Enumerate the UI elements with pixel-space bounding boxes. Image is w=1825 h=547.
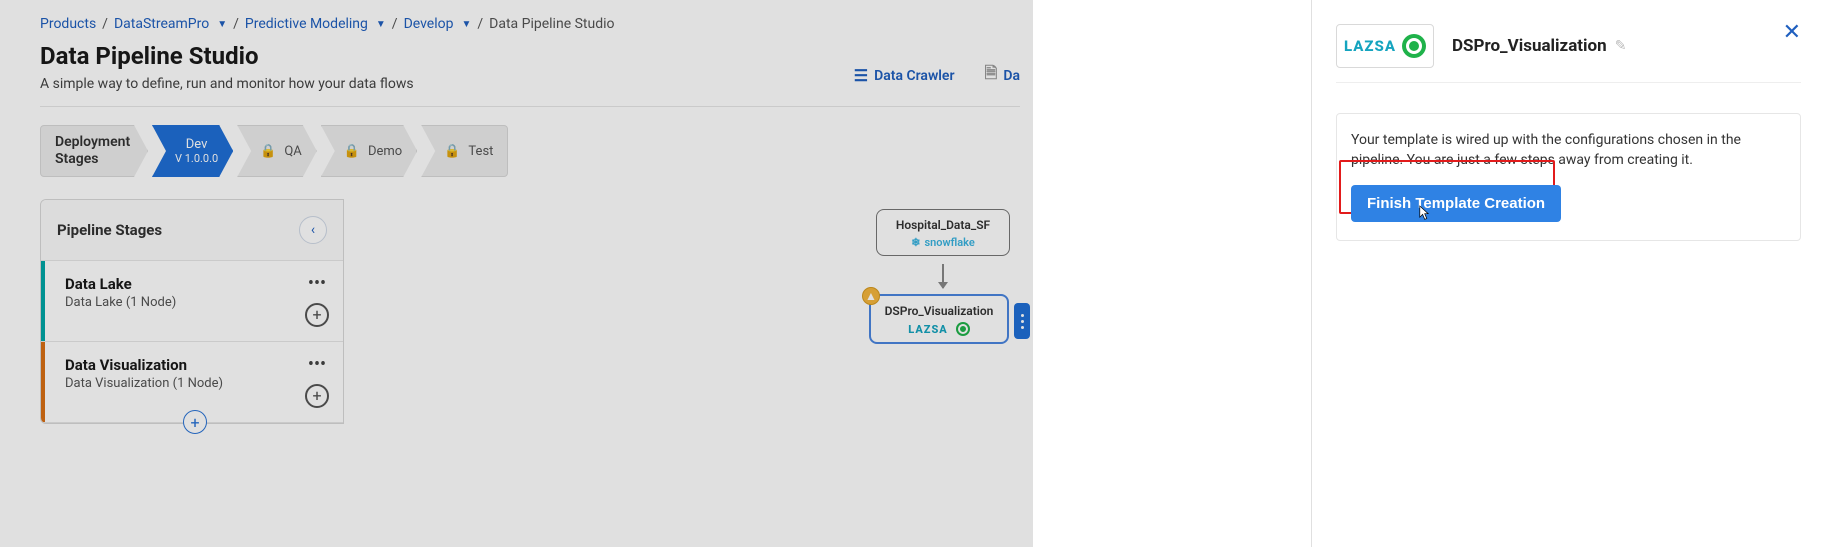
lock-icon: 🔒 bbox=[260, 144, 276, 159]
lazsa-ring-icon bbox=[956, 322, 970, 336]
accent-bar bbox=[41, 261, 45, 341]
breadcrumb-datastreampro[interactable]: DataStreamPro bbox=[114, 16, 209, 32]
node-side-menu[interactable] bbox=[1014, 303, 1030, 339]
template-panel: LAZSA DSPro_Visualization ✎ ✕ Your templ… bbox=[1311, 0, 1825, 547]
snowflake-icon: ❄ bbox=[911, 236, 920, 249]
list-icon: ☰ bbox=[854, 66, 868, 85]
breadcrumb-sep: / bbox=[477, 16, 483, 32]
add-stage-button[interactable]: + bbox=[183, 410, 207, 434]
stage-dev[interactable]: Dev V 1.0.0.0 bbox=[152, 125, 233, 177]
pipeline-stages-title: Pipeline Stages bbox=[57, 221, 162, 239]
lock-icon: 🔒 bbox=[444, 144, 460, 159]
data-model-link[interactable]: 🗎 Da bbox=[984, 62, 1020, 89]
add-node-button[interactable]: + bbox=[305, 384, 329, 408]
lazsa-ring-icon bbox=[1402, 34, 1426, 58]
page-subtitle: A simple way to define, run and monitor … bbox=[40, 76, 414, 92]
chevron-down-icon[interactable]: ▼ bbox=[461, 19, 471, 30]
node-vendor: LAZSA bbox=[908, 323, 947, 336]
finish-template-button[interactable]: Finish Template Creation bbox=[1351, 185, 1561, 222]
data-model-label: Da bbox=[1003, 68, 1020, 84]
chevron-down-icon[interactable]: ▼ bbox=[376, 19, 386, 30]
panel-body: Your template is wired up with the confi… bbox=[1336, 113, 1801, 241]
pipeline-item-datalake[interactable]: Data Lake Data Lake (1 Node) ••• + bbox=[41, 261, 343, 342]
flow-arrow bbox=[942, 264, 944, 288]
more-menu-button[interactable]: ••• bbox=[305, 275, 329, 293]
lazsa-logo-text: LAZSA bbox=[1344, 37, 1396, 55]
breadcrumb-current: Data Pipeline Studio bbox=[489, 16, 614, 32]
data-crawler-link[interactable]: ☰ Data Crawler bbox=[854, 62, 955, 89]
pipeline-item-name: Data Visualization bbox=[65, 356, 305, 376]
stage-qa-name: QA bbox=[284, 144, 301, 159]
deployment-stages-label: Deployment Stages bbox=[40, 125, 148, 177]
chevron-left-icon: ‹ bbox=[311, 222, 315, 238]
page-title: Data Pipeline Studio bbox=[40, 42, 414, 76]
pipeline-item-sub: Data Visualization (1 Node) bbox=[65, 376, 305, 391]
canvas[interactable]: Hospital_Data_SF ❄ snowflake ▲ DSPro_Vis… bbox=[344, 199, 1020, 439]
stage-dev-version: V 1.0.0.0 bbox=[175, 152, 218, 165]
breadcrumb-predictivemodeling[interactable]: Predictive Modeling bbox=[245, 16, 368, 32]
edit-icon[interactable]: ✎ bbox=[1615, 38, 1627, 54]
collapse-button[interactable]: ‹ bbox=[299, 216, 327, 244]
breadcrumb-sep: / bbox=[392, 16, 398, 32]
node-vendor: snowflake bbox=[924, 236, 974, 249]
node-title: DSPro_Visualization bbox=[879, 304, 999, 318]
breadcrumb-products[interactable]: Products bbox=[40, 16, 96, 32]
panel-title: DSPro_Visualization bbox=[1452, 36, 1607, 56]
chevron-down-icon[interactable]: ▼ bbox=[217, 19, 227, 30]
more-menu-button[interactable]: ••• bbox=[305, 356, 329, 374]
pipeline-item-sub: Data Lake (1 Node) bbox=[65, 295, 305, 310]
breadcrumb-sep: / bbox=[102, 16, 108, 32]
stage-dev-name: Dev bbox=[186, 137, 208, 152]
deployment-stages-row: Deployment Stages Dev V 1.0.0.0 🔒 QA 🔒 D… bbox=[40, 125, 1033, 177]
accent-bar bbox=[41, 342, 45, 422]
divider bbox=[40, 106, 1020, 107]
main-area: Products / DataStreamPro ▼ / Predictive … bbox=[0, 0, 1033, 547]
pipeline-stages-panel: Pipeline Stages ‹ Data Lake Data Lake (1… bbox=[40, 199, 344, 424]
stage-qa[interactable]: 🔒 QA bbox=[237, 125, 317, 177]
panel-message: Your template is wired up with the confi… bbox=[1351, 130, 1786, 171]
breadcrumb-develop[interactable]: Develop bbox=[404, 16, 454, 32]
panel-logo: LAZSA bbox=[1336, 24, 1434, 68]
node-title: Hospital_Data_SF bbox=[885, 218, 1001, 232]
canvas-node-dspro[interactable]: ▲ DSPro_Visualization LAZSA bbox=[869, 294, 1009, 344]
add-node-button[interactable]: + bbox=[305, 303, 329, 327]
breadcrumb-sep: / bbox=[233, 16, 239, 32]
close-icon[interactable]: ✕ bbox=[1783, 20, 1801, 45]
data-crawler-label: Data Crawler bbox=[874, 68, 954, 84]
warning-icon: ▲ bbox=[862, 287, 880, 305]
pipeline-item-name: Data Lake bbox=[65, 275, 305, 295]
document-icon: 🗎 bbox=[984, 62, 997, 89]
canvas-node-hospital[interactable]: Hospital_Data_SF ❄ snowflake bbox=[876, 209, 1010, 256]
stage-test-name: Test bbox=[468, 144, 493, 159]
lock-icon: 🔒 bbox=[344, 144, 360, 159]
stage-test[interactable]: 🔒 Test bbox=[421, 125, 508, 177]
stage-demo-name: Demo bbox=[368, 144, 402, 159]
breadcrumb: Products / DataStreamPro ▼ / Predictive … bbox=[40, 12, 1033, 42]
stage-demo[interactable]: 🔒 Demo bbox=[321, 125, 417, 177]
